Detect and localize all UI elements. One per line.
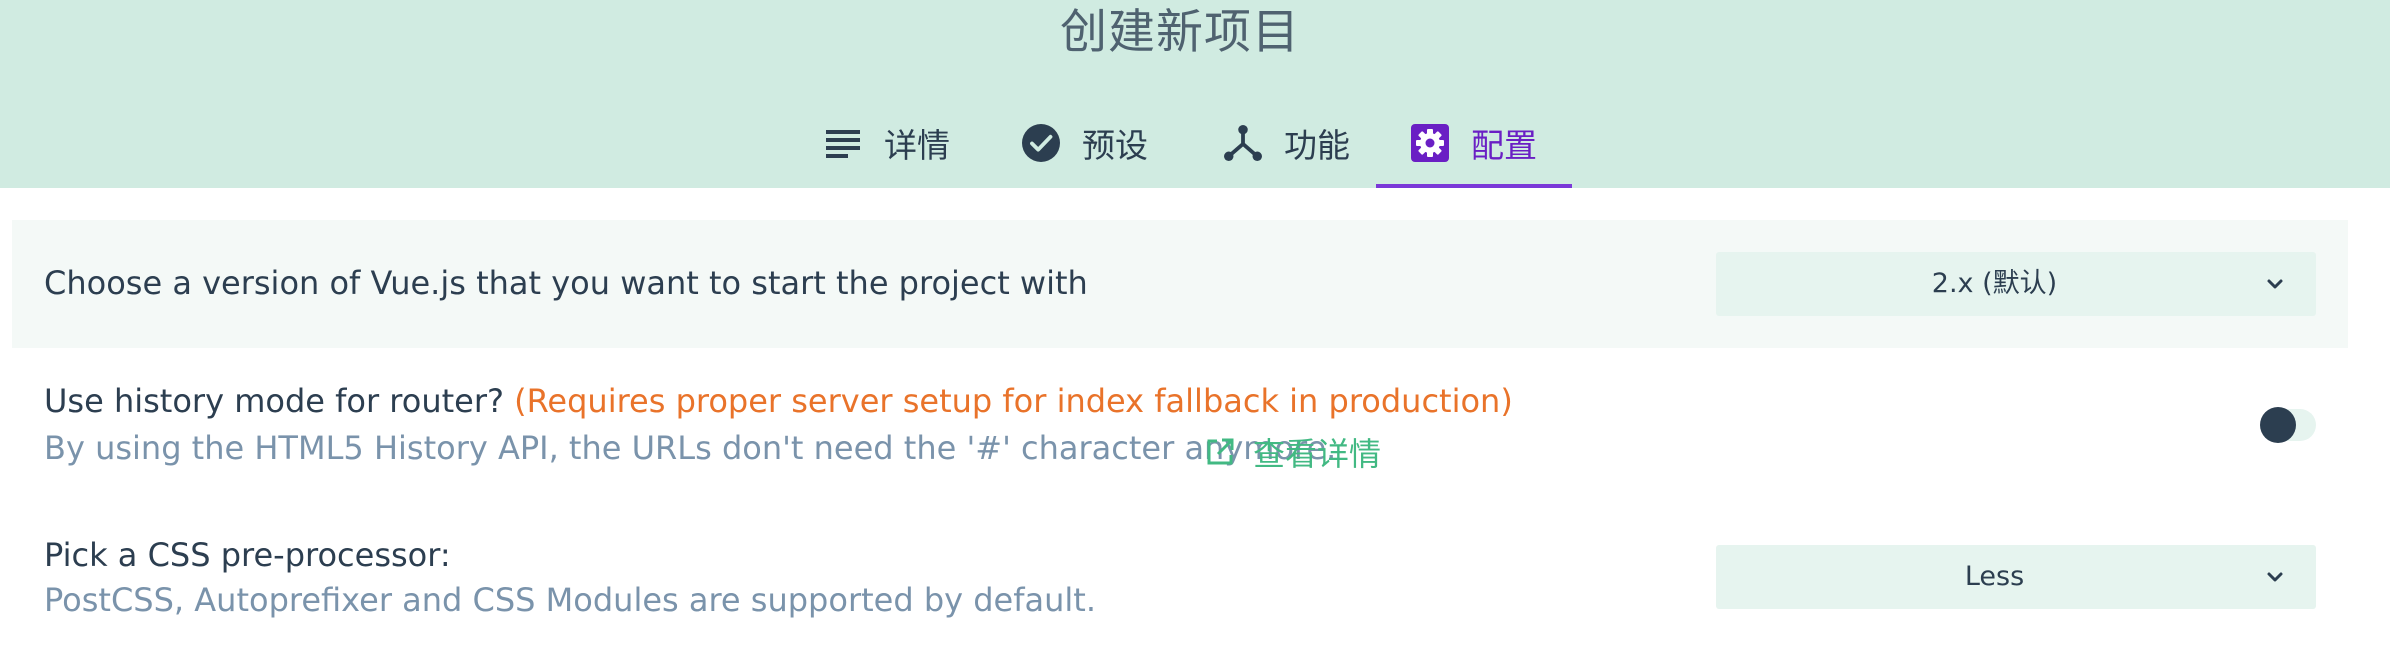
tab-features[interactable]: 功能 bbox=[1212, 110, 1362, 188]
vue-version-label: Choose a version of Vue.js that you want… bbox=[44, 264, 1088, 302]
css-preprocessor-description: PostCSS, Autoprefixer and CSS Modules ar… bbox=[44, 581, 1096, 619]
css-preprocessor-label: Pick a CSS pre-processor: bbox=[44, 536, 451, 574]
tab-label: 配置 bbox=[1471, 126, 1537, 165]
history-mode-warning: (Requires proper server setup for index … bbox=[514, 382, 1513, 420]
css-preprocessor-value: Less bbox=[1964, 561, 2025, 592]
tab-label: 功能 bbox=[1284, 126, 1350, 165]
vue-version-value: 2.x (默认) bbox=[1931, 268, 2058, 299]
check-circle-icon bbox=[1022, 124, 1060, 162]
list-icon bbox=[824, 124, 862, 162]
history-mode-more-link-label: 查看详情 bbox=[1253, 435, 1382, 473]
toggle-knob bbox=[2260, 407, 2296, 443]
tab-configuration[interactable]: 配置 bbox=[1376, 110, 1572, 188]
vue-version-select[interactable]: 2.x (默认) bbox=[1716, 252, 2316, 316]
chevron-down-icon bbox=[2267, 572, 2283, 582]
tab-details[interactable]: 详情 bbox=[812, 110, 962, 188]
tab-label: 详情 bbox=[884, 126, 950, 165]
fork-icon bbox=[1224, 124, 1262, 162]
history-mode-question: Use history mode for router? bbox=[44, 382, 504, 420]
history-mode-toggle[interactable] bbox=[2258, 405, 2316, 445]
page-title: 创建新项目 bbox=[1060, 5, 1300, 60]
tab-presets[interactable]: 预设 bbox=[1010, 110, 1160, 188]
gear-icon bbox=[1411, 124, 1449, 162]
chevron-down-icon bbox=[2267, 279, 2283, 289]
css-preprocessor-select[interactable]: Less bbox=[1716, 545, 2316, 609]
history-mode-label: Use history mode for router? (Requires p… bbox=[44, 382, 1513, 420]
history-mode-more-link[interactable]: 查看详情 bbox=[1205, 429, 1381, 475]
vue-version-row: Choose a version of Vue.js that you want… bbox=[12, 220, 2348, 348]
page-header: 创建新项目 详情 预设 功能 配置 bbox=[0, 0, 2390, 188]
tab-bar: 详情 预设 功能 配置 bbox=[0, 110, 2390, 188]
external-link-icon bbox=[1207, 438, 1234, 465]
tab-label: 预设 bbox=[1082, 126, 1148, 165]
history-mode-description: By using the HTML5 History API, the URLs… bbox=[44, 429, 1337, 467]
